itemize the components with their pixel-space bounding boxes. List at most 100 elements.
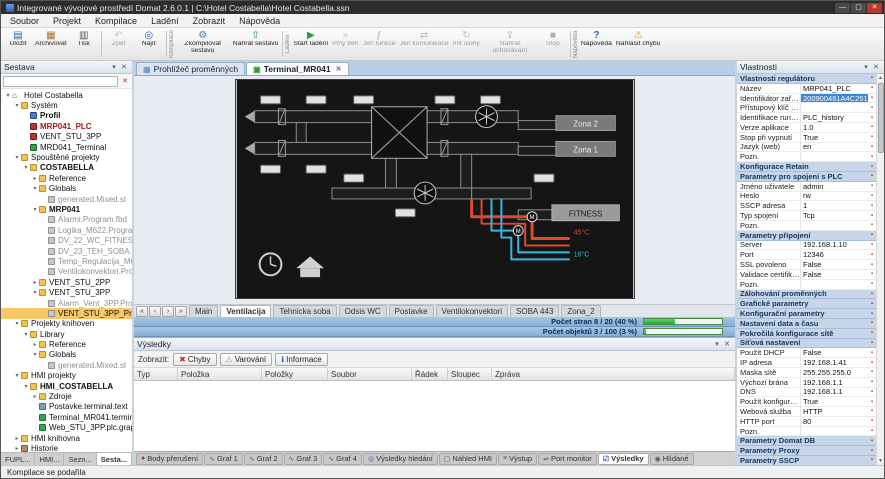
results-close-icon[interactable]: ✕	[722, 340, 732, 348]
zkompilovat-sestavu-button[interactable]: ⚙Zkompilovat sestavu	[175, 29, 231, 59]
tree-filter-input[interactable]	[3, 76, 118, 87]
property-row-stop-p-i-vypnut[interactable]: Stop při vypnutíTrue▪	[737, 133, 876, 143]
editor-tab-prohl-e-prom-nn-ch[interactable]: ▦Prohlížeč proměnných	[136, 62, 245, 75]
property-value[interactable]: True	[801, 397, 868, 406]
property-row-sscp-adresa[interactable]: SSCP adresa1▪	[737, 201, 876, 211]
property-value[interactable]: 192.168.1.1	[801, 388, 868, 397]
tree-item-dv-23-teh-soba-program-fbd[interactable]: DV_23_TEH_SOBA.Program.fbd	[1, 246, 132, 256]
property-value[interactable]: en	[801, 143, 868, 152]
tree-expander-icon[interactable]: ▾	[13, 372, 21, 379]
hvac-diagram[interactable]: Zona 2 Zona 1 FITNESS	[235, 79, 635, 299]
property-row-validace-certifik-tu[interactable]: Validace certifikátuFalse▪	[737, 270, 876, 280]
tree-item-temp-regulacija-m622-program-fbd[interactable]: Temp_Regulacija_M622.Program.fbd	[1, 256, 132, 266]
results-column-soubor[interactable]: Soubor	[328, 368, 412, 380]
filter-informace-button[interactable]: ℹInformace	[275, 353, 328, 366]
bottom-tab-v-sledky[interactable]: ☑Výsledky	[598, 453, 649, 465]
property-value[interactable]: MRP041_PLC	[801, 84, 868, 93]
scroll-down-icon[interactable]: ▼	[878, 457, 883, 465]
tree-expander-icon[interactable]: ▾	[31, 206, 39, 213]
page-tab-soba-443[interactable]: SOBA 443	[510, 305, 559, 317]
tree-item-hmi-knihovna[interactable]: ▸HMI knihovna	[1, 433, 132, 443]
page-tab-postavke[interactable]: Postavke	[389, 305, 434, 317]
bottom-tab-port-monitor[interactable]: ⇌Port monitor	[538, 453, 597, 465]
property-value[interactable]: True	[801, 133, 868, 142]
property-value[interactable]: 1	[801, 201, 868, 210]
tree-item-hotel-costabella[interactable]: ▾⌂Hotel Costabella	[1, 90, 132, 100]
pager-button-2[interactable]: ›	[162, 306, 174, 317]
tree-expander-icon[interactable]: ▸	[31, 175, 39, 182]
property-value[interactable]: 255.255.255.0	[801, 368, 868, 377]
filter-chyby-button[interactable]: ✖Chyby	[173, 353, 216, 366]
menu-lad-n[interactable]: Ladění	[144, 16, 186, 26]
maximize-button[interactable]: ▢	[851, 3, 866, 13]
results-column-sloupec[interactable]: Sloupec	[448, 368, 492, 380]
property-section-parametry-pro-spojen-s-plc[interactable]: Parametry pro spojení s PLC▪	[737, 172, 876, 182]
tree-expander-icon[interactable]: ▾	[4, 92, 12, 99]
exhaust-fan-icon[interactable]	[414, 182, 436, 204]
start-lad-n-button[interactable]: ▶Start ladění	[291, 29, 330, 59]
property-row-identifikace-runtimu-p[interactable]: Identifikace runtimu p...PLC_history▪	[737, 113, 876, 123]
property-value[interactable]: 192.168.1.1	[801, 378, 868, 387]
tree-item-dv-22-wc-fitness-program-fbd[interactable]: DV_22_WC_FITNESS.Program.fbd	[1, 235, 132, 245]
sidebar-close-icon[interactable]: ✕	[119, 63, 129, 71]
property-row-heslo[interactable]: Heslorw▪	[737, 192, 876, 202]
property-row-jazyk-web[interactable]: Jazyk (web)en▪	[737, 143, 876, 153]
results-column-typ[interactable]: Typ	[134, 368, 178, 380]
tree-item-ventilokonvektori-program-fbd[interactable]: Ventilokonvektori.Program.fbd	[1, 267, 132, 277]
property-value[interactable]: 192.168.1.10	[801, 241, 868, 250]
tree-expander-icon[interactable]: ▾	[22, 383, 30, 390]
tree-item-reference[interactable]: ▸Reference	[1, 173, 132, 183]
tree-item-mrp041[interactable]: ▾MRP041	[1, 204, 132, 214]
property-section-parametry-p-ipojen[interactable]: Parametry připojení▪	[737, 231, 876, 241]
tree-item-costabella[interactable]: ▾COSTABELLA	[1, 163, 132, 173]
minimize-button[interactable]: —	[835, 3, 850, 13]
tree-item-spou-t-n-projekty[interactable]: ▾Spouštěné projekty	[1, 152, 132, 162]
property-row-http-port[interactable]: HTTP port80▪	[737, 417, 876, 427]
tree-expander-icon[interactable]: ▸	[31, 279, 39, 286]
property-value[interactable]: admin	[801, 182, 868, 191]
tree-item-mrd041-terminal[interactable]: MRD041_Terminal	[1, 142, 132, 152]
tree-expander-icon[interactable]: ▸	[31, 341, 39, 348]
results-column-zpr-va[interactable]: Zpráva	[492, 368, 735, 380]
property-row-pou-t-konfiguraci-p[interactable]: Použít konfiguraci př...True▪	[737, 397, 876, 407]
close-button[interactable]: ✕	[867, 3, 882, 13]
bottom-tab-graf-4[interactable]: ∿Graf 4	[323, 453, 362, 465]
bottom-tab-graf-3[interactable]: ∿Graf 3	[284, 453, 323, 465]
bottom-tab-n-hled-hmi[interactable]: ▢Náhled HMI	[439, 453, 497, 465]
property-row-identifik-tor-za-zen[interactable]: Identifikátor zařízení200900461A4C2516▪	[737, 94, 876, 104]
property-value[interactable]: False	[801, 260, 868, 269]
menu-soubor[interactable]: Soubor	[3, 16, 46, 26]
property-row-ssl-povoleno[interactable]: SSL povolenoFalse▪	[737, 260, 876, 270]
property-row-port[interactable]: Port12346▪	[737, 250, 876, 260]
property-value[interactable]: 192.168.1.41	[801, 358, 868, 367]
tree-item-profil[interactable]: Profil	[1, 111, 132, 121]
editor-tab-terminal-mr041[interactable]: ▣Terminal_MR041✕	[246, 62, 348, 75]
tree-item-zdroje[interactable]: ▸Zdroje	[1, 391, 132, 401]
tree-item-projekty-knihoven[interactable]: ▾Projekty knihoven	[1, 319, 132, 329]
tree-expander-icon[interactable]: ▾	[31, 351, 39, 358]
tree-item-hmi-costabella[interactable]: ▾HMI_COSTABELLA	[1, 381, 132, 391]
tree-expander-icon[interactable]: ▸	[13, 445, 21, 452]
results-column-dek[interactable]: Řádek	[412, 368, 448, 380]
properties-collapse-icon[interactable]: ▾	[861, 63, 871, 71]
bottom-tab-hl-dan[interactable]: ◉Hlídané	[650, 453, 694, 465]
page-tab-main[interactable]: Main	[189, 305, 218, 317]
property-value[interactable]: False	[801, 270, 868, 279]
property-section-parametry-sscp[interactable]: Parametry SSCP▪	[737, 456, 876, 465]
tree-item-vent-stu-3pp-program-fbd[interactable]: VENT_STU_3PP_Program.fbd	[1, 308, 132, 318]
results-column-polo-ky[interactable]: Položky	[262, 368, 328, 380]
property-row-jm-no-u-ivatele[interactable]: Jméno uživateleadmin▪	[737, 182, 876, 192]
property-section-nastaven-data-a-asu[interactable]: Nastavení data a času▪	[737, 319, 876, 329]
property-row-dns[interactable]: DNS192.168.1.1▪	[737, 388, 876, 398]
property-section-pokro-il-konfigurace-s-t[interactable]: Pokročilá konfigurace sítě▪	[737, 329, 876, 339]
tree-expander-icon[interactable]: ▾	[22, 164, 30, 171]
property-row-ip-adresa[interactable]: IP adresa192.168.1.41▪	[737, 358, 876, 368]
tree-item-generated-mixed-st[interactable]: generated.Mixed.st	[1, 360, 132, 370]
bottom-tab-v-stup[interactable]: ≡Výstup	[498, 453, 537, 465]
property-section-grafick-parametry[interactable]: Grafické parametry▪	[737, 299, 876, 309]
property-row-pozn[interactable]: Pozn.▪	[737, 152, 876, 162]
naj-t-button[interactable]: ◎Najít	[134, 29, 164, 59]
property-section-vlastnosti-regul-toru[interactable]: Vlastnosti regulátoru▪	[737, 74, 876, 84]
filter-varov-n-button[interactable]: ⚠Varování	[220, 353, 273, 366]
tree-item-web-stu-3pp-plc-graph[interactable]: Web_STU_3PP.plc.graph	[1, 423, 132, 433]
